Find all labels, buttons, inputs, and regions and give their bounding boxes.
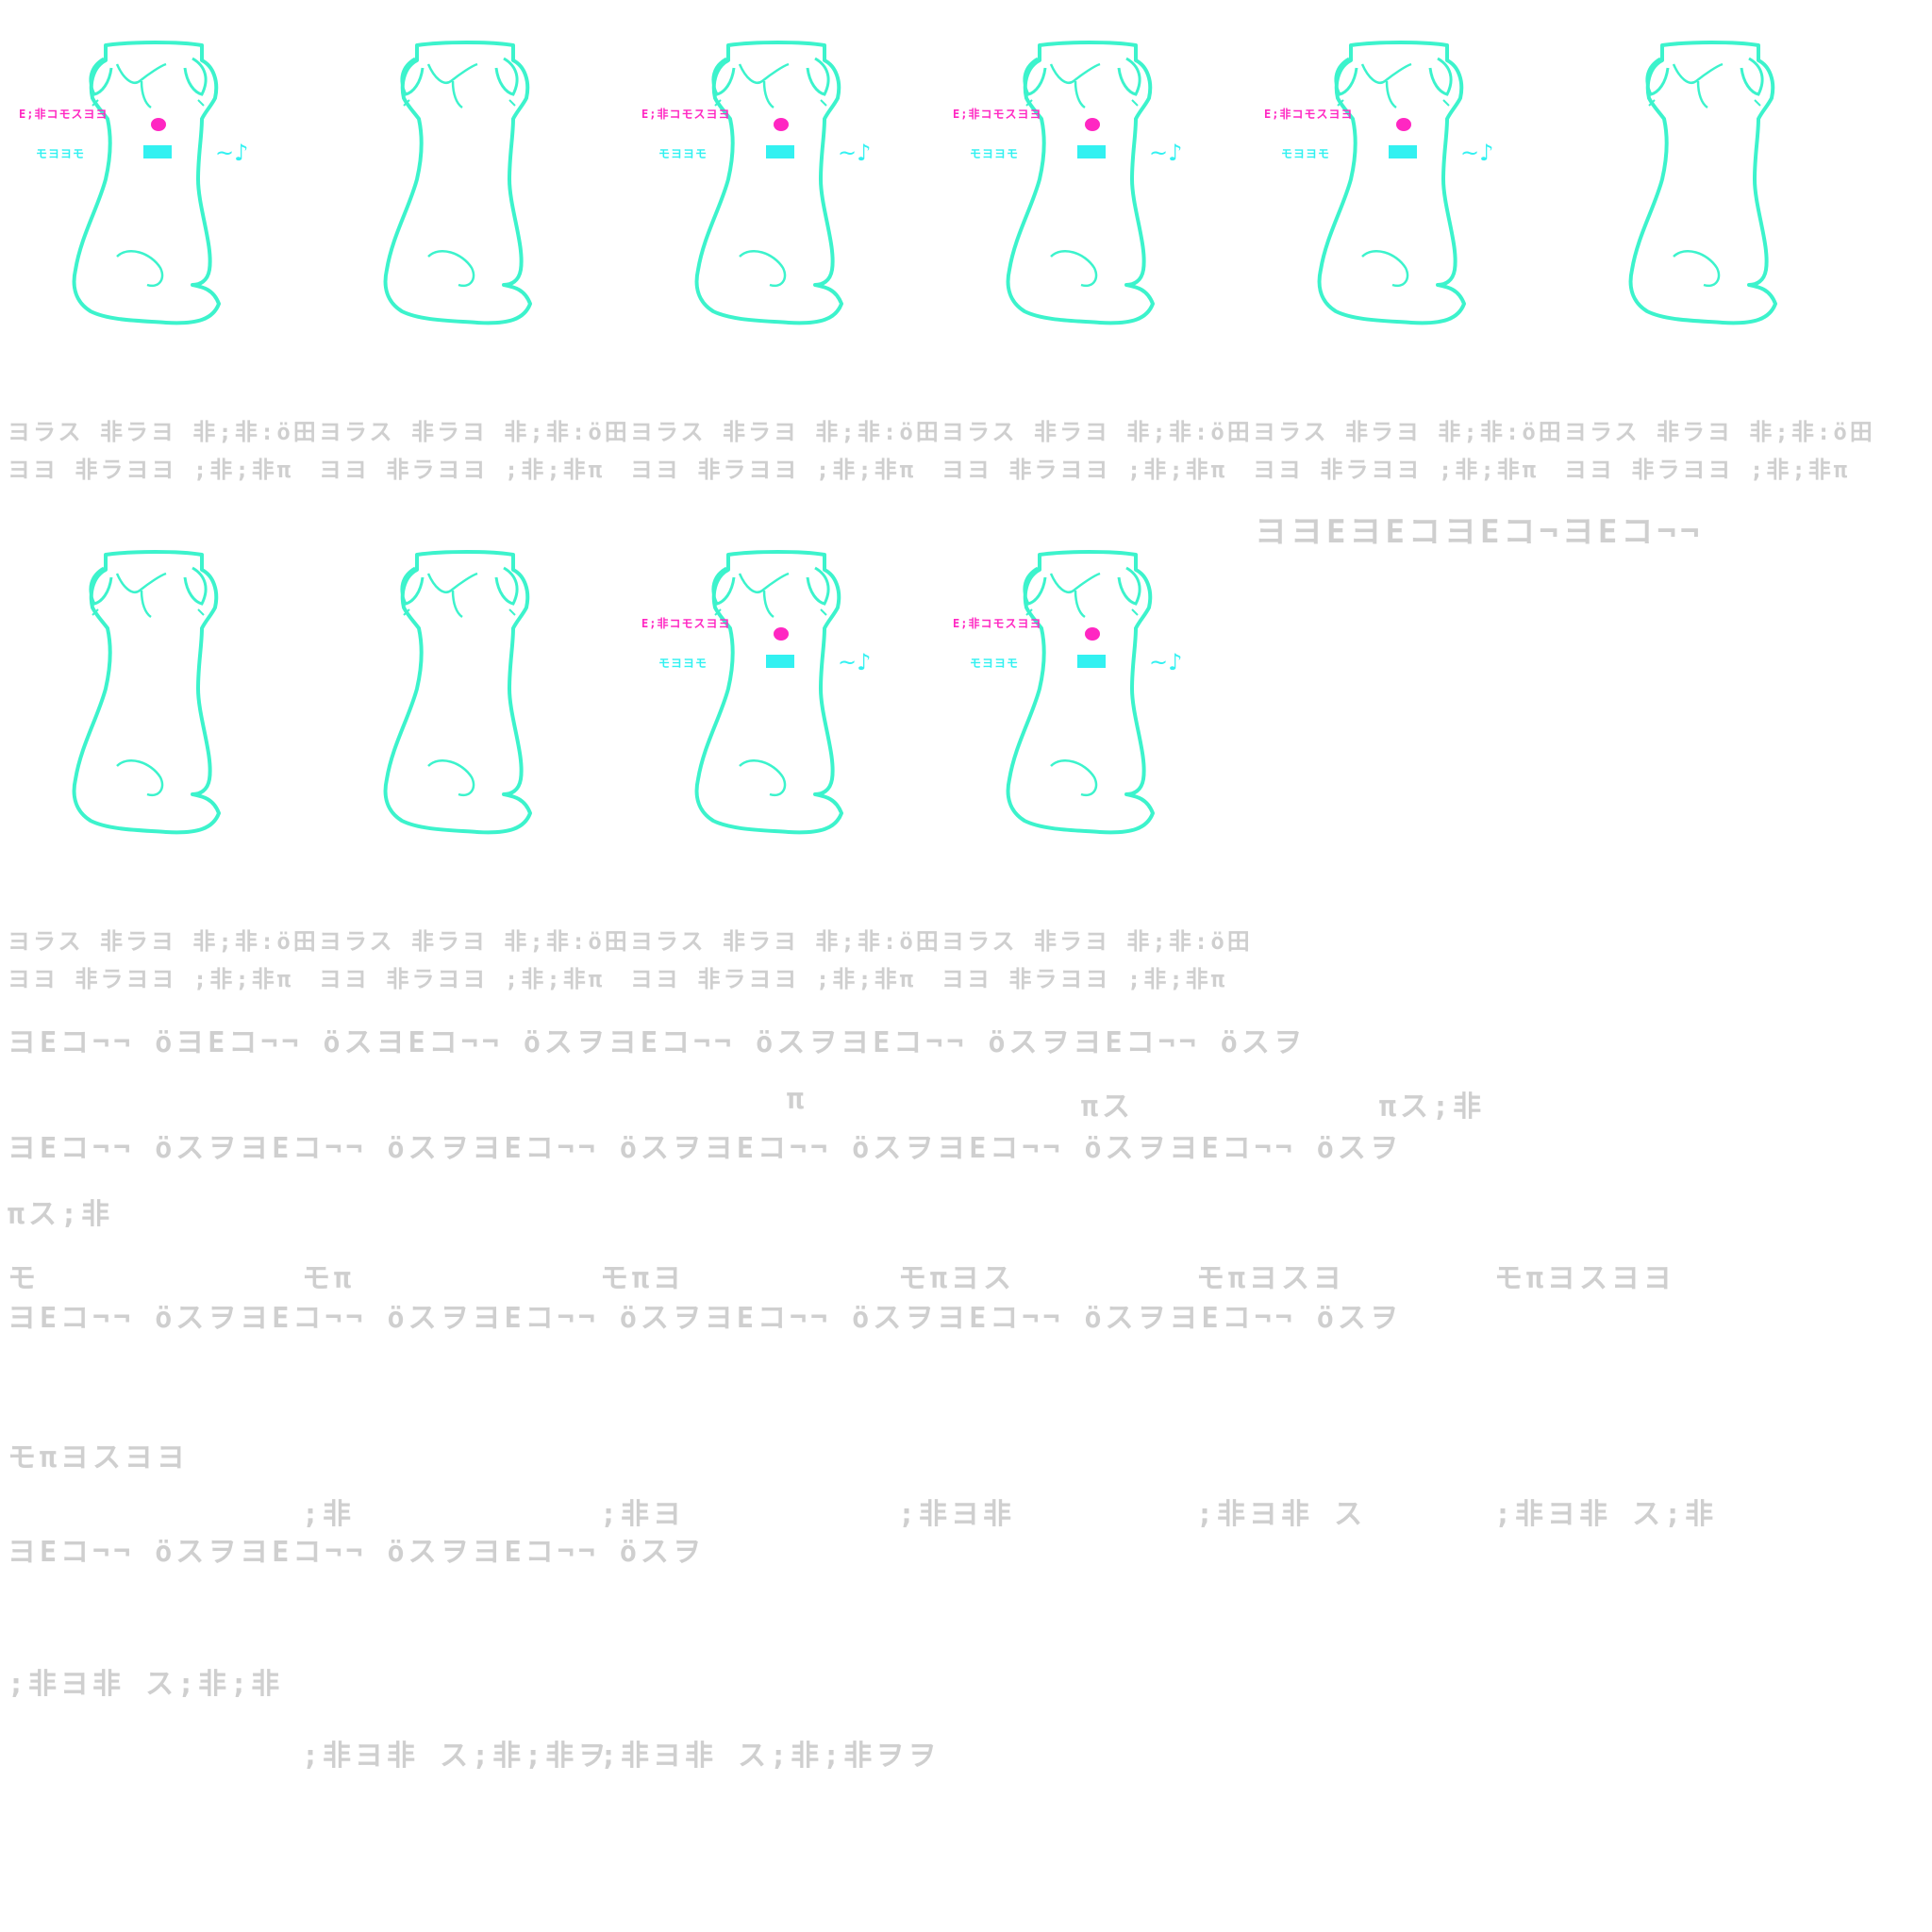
status-bar xyxy=(143,145,172,158)
frame-label-line2: ヨヨ 非ラヨヨ ;非;非π xyxy=(319,966,606,992)
cat-sprite: ~♪ xyxy=(1006,550,1182,835)
frame-label-line1: ヨラス 非ラヨ 非;非:ö田 xyxy=(941,928,1253,955)
cyan-tag: モヨヨモ xyxy=(658,147,708,160)
music-note-icon: ~♪ xyxy=(838,649,871,675)
frame-label-line2: ヨヨ 非ラヨヨ ;非;非π xyxy=(8,457,294,483)
timeline-row: πス;非 xyxy=(1379,1091,1486,1124)
heart-mark xyxy=(1085,118,1100,131)
cat-sprite: ~♪ xyxy=(72,41,248,325)
timeline-row: πス xyxy=(1081,1091,1135,1124)
frame-label-line2: ヨヨ 非ラヨヨ ;非;非π xyxy=(941,966,1228,992)
frame-label-line1: ヨラス 非ラヨ 非;非:ö田 xyxy=(8,419,319,445)
pink-tag: E;非コモスヨヨ xyxy=(1264,108,1354,121)
timeline-row: ;非ヨ xyxy=(600,1498,686,1531)
cyan-tag: モヨヨモ xyxy=(1281,147,1331,160)
frame-label-line1: ヨラス 非ラヨ 非;非:ö田 xyxy=(8,928,319,955)
cyan-tag: モヨヨモ xyxy=(658,657,708,670)
frame-label-line2: ヨヨ 非ラヨヨ ;非;非π xyxy=(630,457,917,483)
frame-label-line2: ヨヨ 非ラヨヨ ;非;非π xyxy=(8,966,294,992)
sprite-frame-1: ~♪ E;非コモスヨヨ モヨヨモヨラス 非ラヨ 非;非:ö田 ヨヨ 非ラヨヨ ;非;非… xyxy=(0,38,316,547)
cat-sprite xyxy=(72,550,221,835)
frame-label-line2: ヨヨ 非ラヨヨ ;非;非π xyxy=(941,457,1228,483)
cyan-tag: モヨヨモ xyxy=(970,147,1020,160)
sprite-frame-7: ヨラス 非ラヨ 非;非:ö田 ヨヨ 非ラヨヨ ;非;非π xyxy=(0,547,316,1057)
frame-label-line1: ヨラス 非ラヨ 非;非:ö田 xyxy=(319,419,630,445)
cat-sprite: ~♪ xyxy=(1006,41,1182,325)
status-bar xyxy=(1077,145,1106,158)
timeline-row: モ xyxy=(8,1262,40,1295)
cyan-tag: モヨヨモ xyxy=(970,657,1020,670)
status-bar xyxy=(1389,145,1417,158)
pink-tag: E;非コモスヨヨ xyxy=(641,108,731,121)
timeline-row: ヨEコ¬¬ öスヲヨEコ¬¬ öスヲヨEコ¬¬ öスヲヨEコ¬¬ öスヲヨEコ¬… xyxy=(8,1302,1402,1335)
timeline-row: ヨEコ¬¬ öスヲヨEコ¬¬ öスヲヨEコ¬¬ öスヲ xyxy=(8,1536,705,1569)
timeline-row: ヨEコ¬¬ öスヲヨEコ¬¬ öスヲヨEコ¬¬ öスヲヨEコ¬¬ öスヲヨEコ¬… xyxy=(8,1132,1402,1165)
timeline-row: モπヨ xyxy=(600,1262,686,1295)
pink-tag: E;非コモスヨヨ xyxy=(953,108,1042,121)
frame-label-line2: ヨヨ 非ラヨヨ ;非;非π xyxy=(319,457,606,483)
music-note-icon: ~♪ xyxy=(1149,140,1182,166)
timeline-row: ;非ヨ非 ス;非;非ヲヲ xyxy=(600,1740,941,1773)
pink-tag: E;非コモスヨヨ xyxy=(641,617,731,630)
sprite-frame-9: ~♪ E;非コモスヨヨ モヨヨモヨラス 非ラヨ 非;非:ö田 ヨヨ 非ラヨヨ ;非;非… xyxy=(623,547,939,1057)
heart-mark xyxy=(1085,627,1100,641)
sprite-frame-4: ~♪ E;非コモスヨヨ モヨヨモヨラス 非ラヨ 非;非:ö田 ヨヨ 非ラヨヨ ;非;非… xyxy=(934,38,1250,547)
frame-label-line1: ヨラス 非ラヨ 非;非:ö田 xyxy=(1253,419,1564,445)
sprite-frame-3: ~♪ E;非コモスヨヨ モヨヨモヨラス 非ラヨ 非;非:ö田 ヨヨ 非ラヨヨ ;非;非… xyxy=(623,38,939,547)
heart-mark xyxy=(774,627,789,641)
cat-sprite: ~♪ xyxy=(694,41,871,325)
sprite-frame-2: ヨラス 非ラヨ 非;非:ö田 ヨヨ 非ラヨヨ ;非;非π xyxy=(311,38,627,547)
timeline-row: ;非ヨ非 ス;非 xyxy=(1494,1498,1718,1531)
sprite-frame-5: ~♪ E;非コモスヨヨ モヨヨモヨラス 非ラヨ 非;非:ö田 ヨヨ 非ラヨヨ ;非;非… xyxy=(1245,38,1561,547)
heart-mark xyxy=(774,118,789,131)
frame-label-line1: ヨラス 非ラヨ 非;非:ö田 xyxy=(319,928,630,955)
frame-label-line1: ヨラス 非ラヨ 非;非:ö田 xyxy=(1564,419,1875,445)
frame-label-line2: ヨヨ 非ラヨヨ ;非;非π xyxy=(1253,457,1540,483)
frame-label-line1: ヨラス 非ラヨ 非;非:ö田 xyxy=(630,928,941,955)
timeline-row: πス;非 xyxy=(8,1198,114,1231)
timeline-row: モπヨス xyxy=(898,1262,1016,1295)
frame-label-line1: ヨラス 非ラヨ 非;非:ö田 xyxy=(630,419,941,445)
heart-mark xyxy=(1396,118,1411,131)
heart-mark xyxy=(151,118,166,131)
timeline-row: ヨEコ¬¬ öヨEコ¬¬ öスヨEコ¬¬ öスヲヨEコ¬¬ öスヲヨEコ¬¬ ö… xyxy=(8,1026,1306,1059)
pink-tag: E;非コモスヨヨ xyxy=(953,617,1042,630)
timeline-row: モπヨスヨヨ xyxy=(1494,1262,1676,1295)
frame-label-line1: ヨラス 非ラヨ 非;非:ö田 xyxy=(941,419,1253,445)
cat-sprite: ~♪ xyxy=(694,550,871,835)
cat-sprite xyxy=(1628,41,1777,325)
sprite-frame-10: ~♪ E;非コモスヨヨ モヨヨモヨラス 非ラヨ 非;非:ö田 ヨヨ 非ラヨヨ ;非;非… xyxy=(934,547,1250,1057)
timeline-row: π xyxy=(787,1083,808,1116)
timeline-row: ;非 xyxy=(302,1498,356,1531)
sprite-frame-8: ヨラス 非ラヨ 非;非:ö田 ヨヨ 非ラヨヨ ;非;非π xyxy=(311,547,627,1057)
timeline-row: ;非ヨ非 ス;非;非 xyxy=(8,1668,284,1701)
status-bar xyxy=(1077,655,1106,668)
timeline-row: ;非ヨ非 ス xyxy=(1196,1498,1367,1531)
timeline-row: モπ xyxy=(302,1262,356,1295)
timeline-row: モπヨスヨ xyxy=(1196,1262,1346,1295)
timeline-row: モπヨスヨヨ xyxy=(8,1441,190,1474)
pink-tag: E;非コモスヨヨ xyxy=(19,108,108,121)
music-note-icon: ~♪ xyxy=(1149,649,1182,675)
status-bar xyxy=(766,655,794,668)
status-bar xyxy=(766,145,794,158)
cat-sprite xyxy=(383,550,532,835)
music-note-icon: ~♪ xyxy=(1460,140,1493,166)
frame-label-line2: ヨヨ 非ラヨヨ ;非;非π xyxy=(1564,457,1851,483)
frame-label-line2: ヨヨ 非ラヨヨ ;非;非π xyxy=(630,966,917,992)
cat-sprite: ~♪ xyxy=(1317,41,1493,325)
timeline-row: ;非ヨ非 ス;非;非ヲ xyxy=(302,1740,610,1773)
music-note-icon: ~♪ xyxy=(215,140,248,166)
cat-sprite xyxy=(383,41,532,325)
cyan-tag: モヨヨモ xyxy=(36,147,86,160)
timeline-row: ;非ヨ非 xyxy=(898,1498,1016,1531)
sequence-label: ヨヨEヨEコヨEコ¬ヨEコ¬¬ xyxy=(1255,513,1704,551)
music-note-icon: ~♪ xyxy=(838,140,871,166)
sprite-frame-6: ヨラス 非ラヨ 非;非:ö田 ヨヨ 非ラヨヨ ;非;非π xyxy=(1557,38,1873,547)
